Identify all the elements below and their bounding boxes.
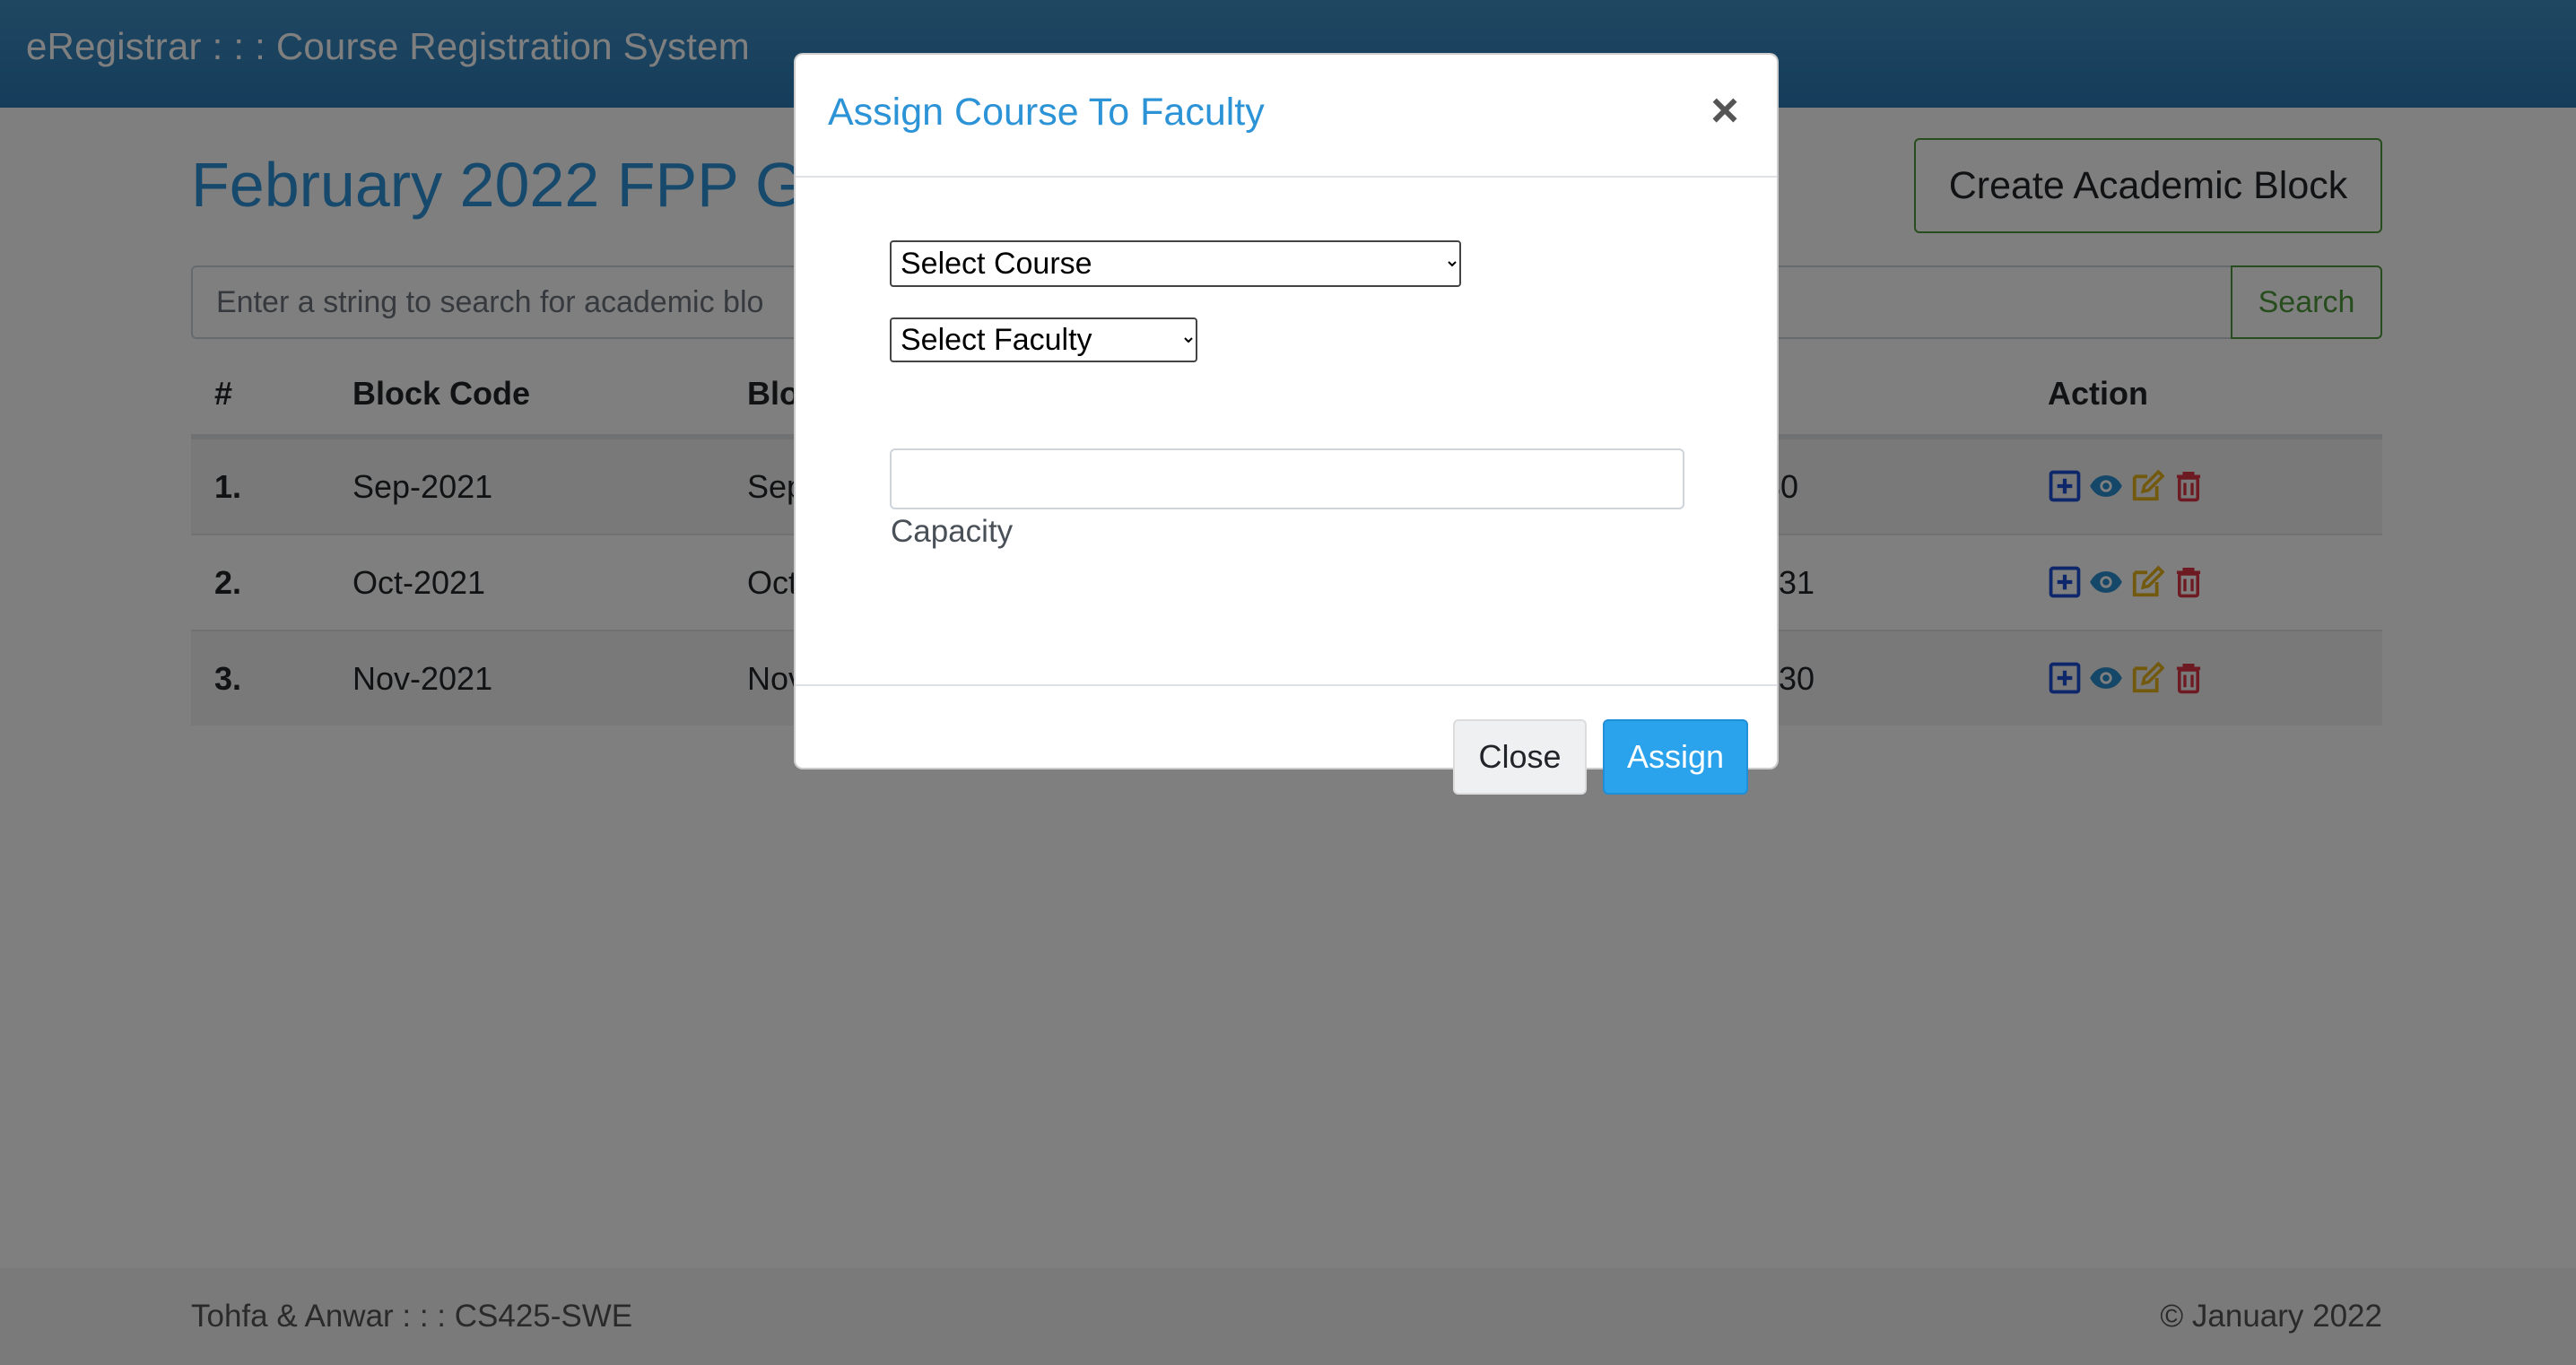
modal-header: Assign Course To Faculty × xyxy=(796,55,1777,178)
close-button[interactable]: Close xyxy=(1453,719,1587,795)
close-icon[interactable]: × xyxy=(1703,86,1746,135)
faculty-select[interactable]: Select Faculty xyxy=(890,317,1197,362)
assign-button[interactable]: Assign xyxy=(1603,719,1748,795)
capacity-input[interactable] xyxy=(890,448,1684,509)
course-select[interactable]: Select Course xyxy=(890,240,1461,287)
modal-footer: Close Assign xyxy=(796,684,1777,795)
modal-body: Select Course Select Faculty Capacity xyxy=(796,178,1777,684)
capacity-label: Capacity xyxy=(891,514,1014,549)
modal-title: Assign Course To Faculty xyxy=(828,91,1265,134)
assign-course-modal: Assign Course To Faculty × Select Course… xyxy=(794,53,1779,795)
